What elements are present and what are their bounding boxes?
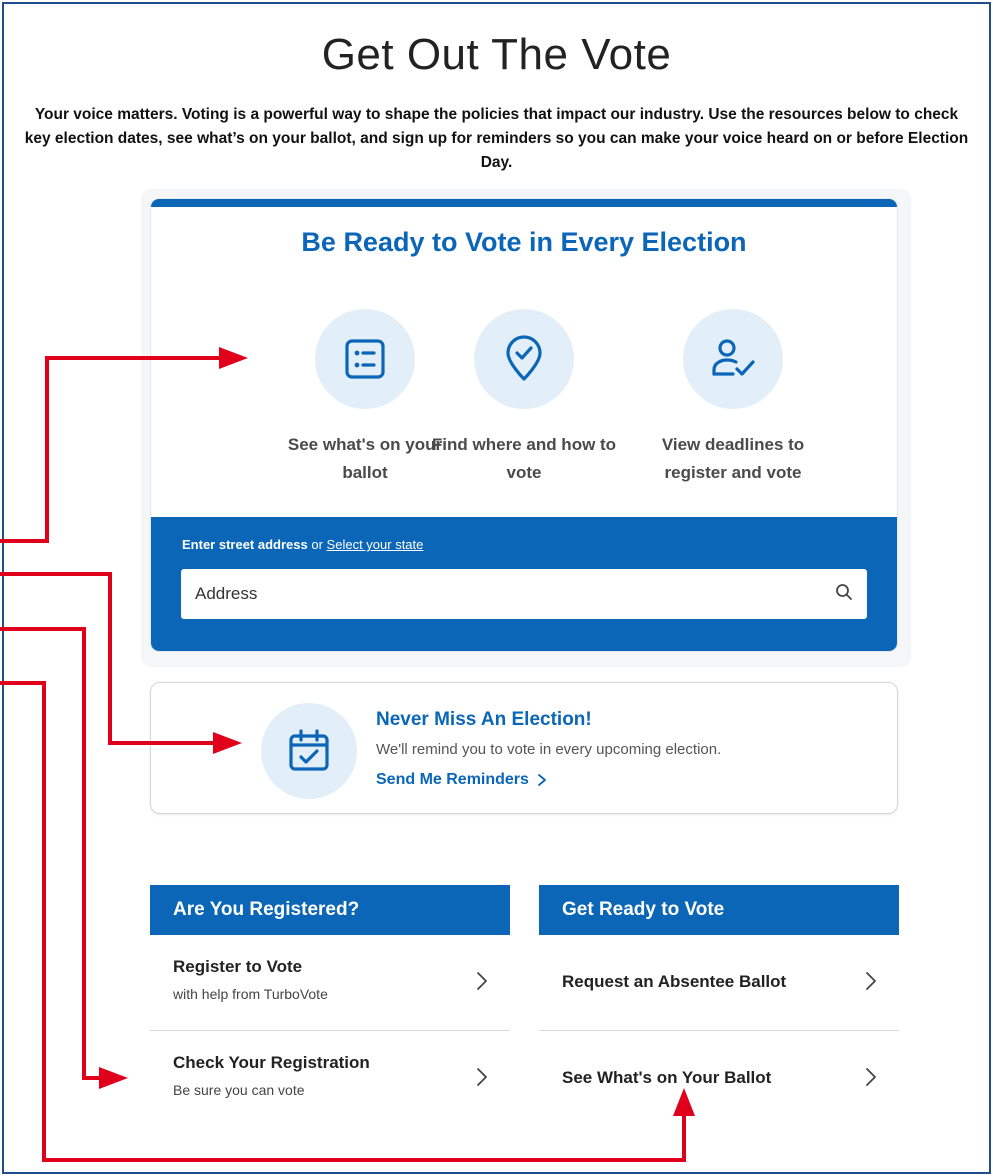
feature-label: View deadlines to register and vote [661,435,805,482]
select-state-link[interactable]: Select your state [327,537,424,552]
item-title: Register to Vote [173,957,303,976]
chevron-right-icon [538,774,546,786]
register-to-vote-item[interactable]: Register to Vote with help from TurboVot… [150,935,510,1031]
feature-view-deadlines[interactable]: View deadlines to register and vote [633,309,833,487]
search-icon[interactable] [835,583,853,606]
item-title: Check Your Registration [173,1053,370,1072]
feature-find-where[interactable]: Find where and how to vote [424,309,624,487]
ballot-list-icon [315,309,415,409]
registered-heading: Are You Registered? [150,885,510,935]
address-panel: Enter street address or Select your stat… [151,517,897,651]
reminder-description: We'll remind you to vote in every upcomi… [376,741,722,758]
send-reminders-label: Send Me Reminders [376,771,529,788]
address-input[interactable]: Address [181,569,867,619]
chevron-right-icon [866,972,876,990]
see-ballot-item[interactable]: See What's on Your Ballot [539,1031,899,1127]
absentee-ballot-item[interactable]: Request an Absentee Ballot [539,935,899,1031]
intro-text: Your voice matters. Voting is a powerful… [24,106,969,171]
item-subtitle: Be sure you can vote [173,1082,305,1098]
location-check-icon [474,309,574,409]
reminder-card: Never Miss An Election! We'll remind you… [150,682,898,814]
address-label: Enter street address or Select your stat… [182,537,423,552]
ready-panel: Get Ready to Vote Request an Absentee Ba… [539,885,899,1127]
ready-heading: Get Ready to Vote [539,885,899,935]
person-check-icon [683,309,783,409]
calendar-check-icon [261,703,357,799]
check-registration-item[interactable]: Check Your Registration Be sure you can … [150,1031,510,1127]
address-placeholder: Address [195,584,258,603]
chevron-right-icon [866,1068,876,1086]
send-reminders-link[interactable]: Send Me Reminders [376,771,547,789]
chevron-right-icon [477,972,487,990]
item-subtitle: with help from TurboVote [173,986,328,1002]
reminder-title: Never Miss An Election! [376,709,592,730]
item-title: Request an Absentee Ballot [562,972,787,991]
item-title: See What's on Your Ballot [562,1068,772,1087]
page-title: Get Out The Vote [321,30,672,79]
vote-card-heading: Be Ready to Vote in Every Election [301,227,747,257]
address-label-bold: Enter street address [182,537,308,552]
chevron-right-icon [477,1068,487,1086]
address-label-or: or [311,537,323,552]
registered-panel: Are You Registered? Register to Vote wit… [150,885,510,1127]
card-top-bar [151,199,897,207]
feature-label: Find where and how to vote [431,435,617,482]
vote-card: Be Ready to Vote in Every Election See w… [151,199,897,651]
